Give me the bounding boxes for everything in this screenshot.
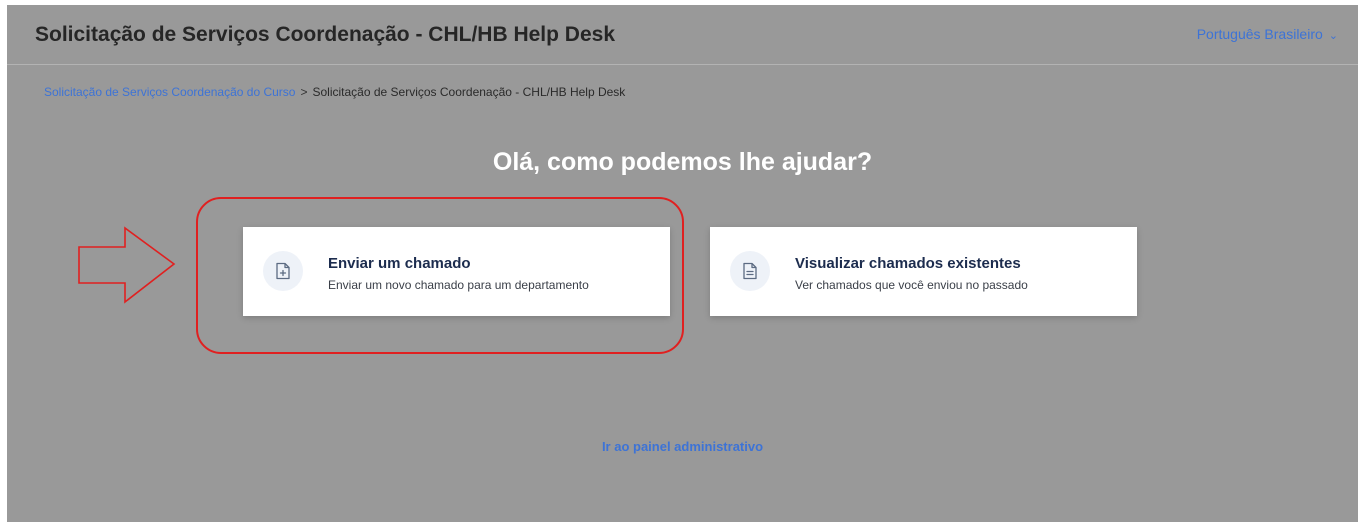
view-tickets-card[interactable]: Visualizar chamados existentes Ver chama… (710, 227, 1137, 316)
submit-ticket-title: Enviar um chamado (328, 255, 471, 272)
submit-ticket-description: Enviar um novo chamado para um departame… (328, 278, 589, 292)
admin-panel-link[interactable]: Ir ao painel administrativo (7, 439, 1358, 454)
breadcrumb-parent-link[interactable]: Solicitação de Serviços Coordenação do C… (44, 85, 295, 99)
language-label: Português Brasileiro (1196, 26, 1323, 42)
language-selector[interactable]: Português Brasileiro ⌄ (1197, 26, 1338, 42)
view-tickets-title: Visualizar chamados existentes (795, 255, 1021, 272)
chevron-down-icon: ⌄ (1328, 30, 1338, 42)
greeting-heading: Olá, como podemos lhe ajudar? (492, 148, 873, 176)
document-lines-icon (730, 251, 770, 291)
submit-ticket-card[interactable]: Enviar um chamado Enviar um novo chamado… (243, 227, 670, 316)
help-desk-page: Solicitação de Serviços Coordenação - CH… (7, 5, 1358, 522)
breadcrumb: Solicitação de Serviços Coordenação do C… (44, 85, 625, 99)
view-tickets-description: Ver chamados que você enviou no passado (795, 278, 1028, 292)
breadcrumb-current: Solicitação de Serviços Coordenação - CH… (312, 85, 626, 99)
page-title: Solicitação de Serviços Coordenação - CH… (35, 23, 616, 46)
breadcrumb-separator: > (300, 85, 308, 99)
top-bar: Solicitação de Serviços Coordenação - CH… (7, 5, 1358, 65)
document-plus-icon (263, 251, 303, 291)
